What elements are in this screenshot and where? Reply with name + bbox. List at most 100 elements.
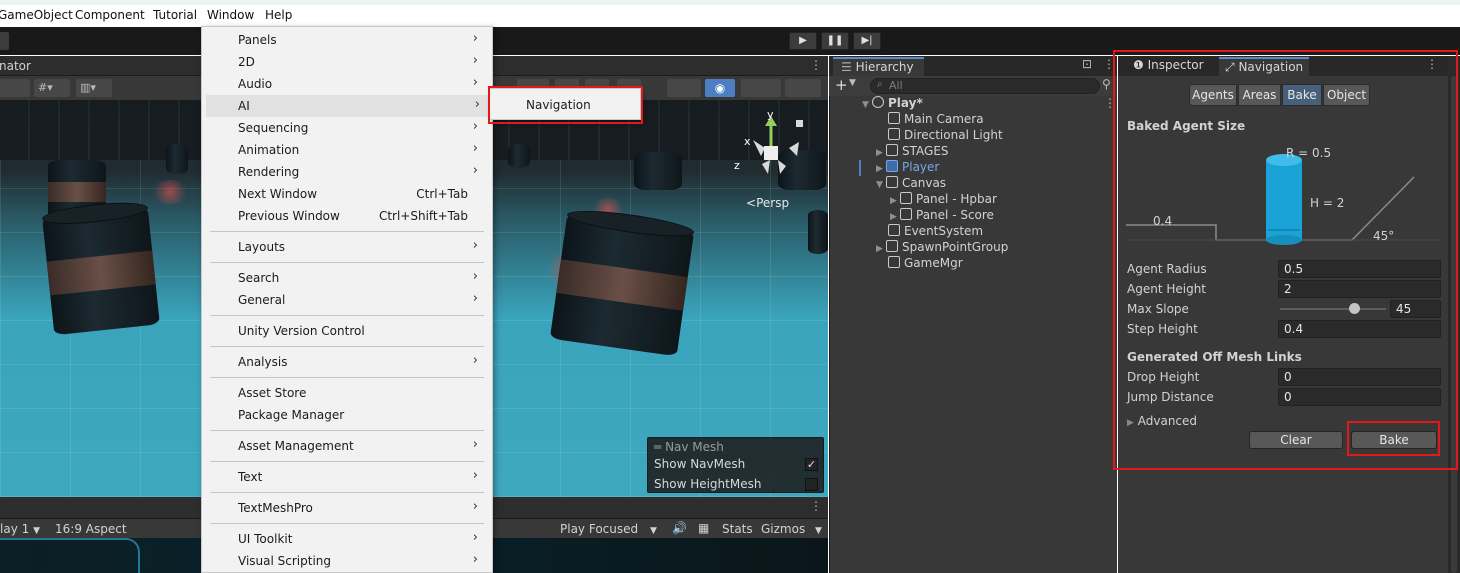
aspect-dropdown[interactable]: 16:9 Aspect	[55, 522, 127, 536]
menu-item-ai[interactable]: AI ›	[206, 95, 490, 117]
expand-arrow-icon[interactable]: ▶	[876, 148, 886, 158]
hierarchy-item[interactable]: ▶ SpawnPointGroup	[876, 240, 1008, 256]
hierarchy-item[interactable]: Directional Light	[888, 128, 1003, 144]
add-icon[interactable]: +	[835, 76, 848, 94]
keyboard-icon[interactable]: ▦	[698, 521, 709, 535]
navmesh-marker	[150, 180, 190, 204]
menu-item-asset-store[interactable]: Asset Store	[202, 382, 492, 404]
play-focused-dropdown[interactable]: Play Focused ▼	[560, 522, 657, 536]
display-dropdown[interactable]: lay 1 ▼	[0, 522, 40, 536]
hierarchy-item-player[interactable]: ▶ Player	[876, 160, 939, 176]
search-icon: ⌕	[877, 79, 883, 90]
pause-button[interactable]: ❚❚	[821, 32, 849, 50]
prefab-icon	[886, 160, 898, 172]
play-button[interactable]: ▶	[789, 32, 817, 50]
menu-item-unity-version-control[interactable]: Unity Version Control	[202, 320, 492, 342]
hierarchy-item[interactable]: GameMgr	[888, 256, 963, 272]
menu-separator	[210, 346, 484, 347]
hierarchy-item[interactable]: EventSystem	[888, 224, 983, 240]
snap-icon[interactable]: ▥▾	[76, 79, 112, 97]
menu-item-textmeshpro[interactable]: TextMeshPro ›	[202, 497, 492, 519]
grid-icon[interactable]: #▾	[34, 79, 70, 97]
hierarchy-item[interactable]: Main Camera	[888, 112, 984, 128]
show-navmesh-checkbox[interactable]: ✓	[805, 458, 818, 471]
gameobject-icon	[900, 208, 912, 220]
chevron-right-icon: ›	[472, 31, 478, 46]
menu-separator	[210, 377, 484, 378]
more-icon[interactable]: ⋮	[810, 58, 822, 72]
expand-arrow-icon[interactable]: ▶	[890, 196, 900, 206]
menu-item-rendering[interactable]: Rendering ›	[202, 161, 492, 183]
gizmos-icon[interactable]	[785, 79, 821, 97]
menu-item-ui-toolkit[interactable]: UI Toolkit ›	[202, 528, 492, 550]
menu-item-general[interactable]: General ›	[202, 289, 492, 311]
scene-search-icon[interactable]: ⚲	[1102, 77, 1111, 91]
menu-item-animation[interactable]: Animation ›	[202, 139, 492, 161]
menu-separator	[210, 492, 484, 493]
menu-item-label: Animation	[238, 143, 300, 157]
menu-tutorial[interactable]: Tutorial	[153, 8, 197, 22]
menu-item-label: Asset Management	[238, 439, 354, 453]
menu-item-2d[interactable]: 2D ›	[202, 51, 492, 73]
persp-label[interactable]: <Persp	[746, 196, 789, 210]
hierarchy-item[interactable]: ▼ Canvas	[876, 176, 946, 192]
menu-bar: GameObject Component Tutorial Window Hel…	[0, 5, 1460, 27]
menu-item-visual-scripting[interactable]: Visual Scripting ›	[202, 550, 492, 572]
camera-settings-icon[interactable]	[741, 79, 781, 97]
step-button[interactable]: ▶|	[853, 32, 881, 50]
chevron-right-icon: ›	[472, 353, 478, 368]
speaker-icon[interactable]: 🔊	[672, 521, 687, 535]
menu-item-text[interactable]: Text ›	[202, 466, 492, 488]
menu-item-sequencing[interactable]: Sequencing ›	[202, 117, 492, 139]
chevron-down-icon: ▼	[33, 526, 40, 536]
menu-component[interactable]: Component	[75, 8, 145, 22]
show-heightmesh-checkbox[interactable]	[805, 478, 818, 491]
visibility-icon[interactable]: ◉	[705, 79, 735, 97]
menu-window[interactable]: Window	[207, 8, 254, 22]
gizmo-x-label: x	[744, 135, 751, 148]
gizmos-dropdown[interactable]: Gizmos ▼	[761, 522, 822, 536]
more-icon[interactable]: ⋮	[810, 499, 822, 513]
menu-gameobject[interactable]: GameObject	[0, 8, 73, 22]
gameobject-icon	[886, 240, 898, 252]
lock-icon[interactable]: ⊡	[1082, 57, 1092, 71]
drag-handle-icon[interactable]: ═	[654, 440, 661, 454]
menu-item-previous-window[interactable]: Previous Window Ctrl+Shift+Tab	[202, 205, 492, 227]
menu-item-asset-management[interactable]: Asset Management ›	[202, 435, 492, 457]
hierarchy-search-input[interactable]: ⌕ All	[870, 78, 1100, 94]
unity-scene-icon	[872, 96, 884, 108]
menu-separator	[210, 461, 484, 462]
effects-icon[interactable]	[667, 79, 701, 97]
menu-item-panels[interactable]: Panels ›	[202, 29, 492, 51]
expand-arrow-icon[interactable]: ▶	[876, 244, 886, 254]
barrel	[808, 210, 828, 254]
hierarchy-item[interactable]: ▶ Panel - Hpbar	[890, 192, 997, 208]
menu-item-label: Text	[238, 470, 263, 484]
menu-help[interactable]: Help	[265, 8, 292, 22]
chevron-right-icon: ›	[472, 75, 478, 90]
menu-item-layouts[interactable]: Layouts ›	[202, 236, 492, 258]
scene-tab-label[interactable]: nator	[0, 59, 31, 73]
account-button[interactable]	[0, 32, 9, 50]
draw-mode-dropdown[interactable]	[0, 79, 30, 97]
expand-arrow-icon[interactable]: ▶	[890, 212, 900, 222]
expand-arrow-icon[interactable]: ▼	[862, 100, 872, 110]
menu-item-analysis[interactable]: Analysis ›	[202, 351, 492, 373]
expand-arrow-icon[interactable]: ▶	[876, 164, 886, 174]
expand-arrow-icon[interactable]: ▼	[876, 180, 886, 190]
menu-item-next-window[interactable]: Next Window Ctrl+Tab	[202, 183, 492, 205]
menu-item-search[interactable]: Search ›	[202, 267, 492, 289]
gameobject-icon	[886, 176, 898, 188]
navmesh-overlay: ═ Nav Mesh Show NavMesh ✓ Show HeightMes…	[647, 437, 824, 493]
chevron-right-icon: ›	[472, 468, 478, 483]
menu-item-package-manager[interactable]: Package Manager	[202, 404, 492, 426]
hierarchy-item[interactable]: ▶ STAGES	[876, 144, 949, 160]
menu-item-label: Unity Version Control	[238, 324, 365, 338]
stats-button[interactable]: Stats	[722, 522, 753, 536]
chevron-down-icon[interactable]: ▼	[849, 78, 856, 88]
tab-hierarchy[interactable]: ☰ Hierarchy	[833, 57, 924, 76]
hierarchy-item[interactable]: ▶ Panel - Score	[890, 208, 994, 224]
list-icon: ☰	[841, 60, 852, 74]
menu-item-audio[interactable]: Audio ›	[202, 73, 492, 95]
hierarchy-scene-row[interactable]: ▼ Play*	[862, 96, 923, 112]
